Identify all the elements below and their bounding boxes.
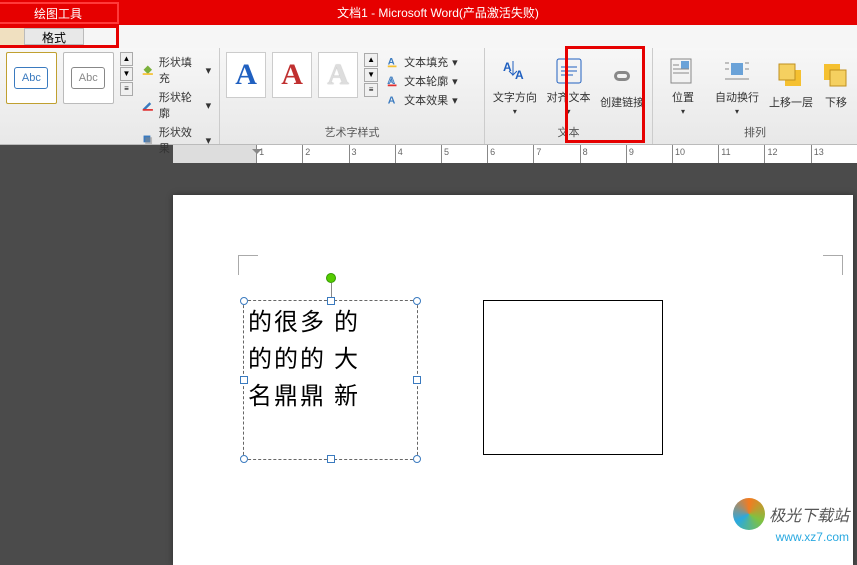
arrange-group: 位置▾ 自动换行▾ 上移一层 下移 排列 [653, 48, 857, 144]
text-effects-icon: A [386, 93, 400, 107]
shape-style-preset-1[interactable]: Abc [6, 52, 57, 104]
position-icon [667, 55, 699, 87]
bring-forward-icon [775, 60, 807, 92]
link-icon [606, 60, 638, 92]
wrap-text-button[interactable]: 自动换行▾ [713, 52, 761, 118]
empty-textbox[interactable] [483, 300, 663, 455]
bucket-icon [141, 63, 155, 77]
resize-handle-e[interactable] [413, 376, 421, 384]
text-outline-button[interactable]: A文本轮廓▾ [386, 73, 458, 89]
watermark-url: www.xz7.com [733, 530, 849, 544]
align-text-icon [553, 55, 585, 87]
text-group: AA 文字方向▾ 对齐文本▾ 创建链接 文本 [485, 48, 653, 144]
resize-handle-ne[interactable] [413, 297, 421, 305]
selected-textbox[interactable]: 的很多 的 的的的 大 名鼎鼎 新 [243, 300, 418, 460]
send-backward-button[interactable]: 下移 [821, 52, 851, 118]
position-button[interactable]: 位置▾ [659, 52, 707, 118]
ribbon: Abc Abc ▲▼≡ 形状填充▾ 形状轮廓▾ 形状效果▾ A A A ▲▼≡ … [0, 48, 857, 145]
shape-outline-button[interactable]: 形状轮廓▾ [141, 89, 211, 121]
tab-format[interactable]: 格式 [24, 28, 84, 45]
send-backward-icon [820, 60, 852, 92]
title-bar: 绘图工具 文档1 - Microsoft Word(产品激活失败) [0, 0, 857, 25]
pen-icon [141, 98, 155, 112]
shape-fill-button[interactable]: 形状填充▾ [141, 54, 211, 86]
window-title: 文档1 - Microsoft Word(产品激活失败) [119, 4, 857, 21]
wordart-gallery-scroll[interactable]: ▲▼≡ [364, 53, 378, 97]
text-direction-button[interactable]: AA 文字方向▾ [491, 52, 539, 118]
tab-prev-fragment[interactable] [0, 28, 24, 45]
drawing-tools-tab[interactable]: 绘图工具 [0, 2, 119, 24]
text-effects-button[interactable]: A文本效果▾ [386, 92, 458, 108]
margin-corner-tl [238, 255, 258, 275]
textbox-content[interactable]: 的很多 的 的的的 大 名鼎鼎 新 [244, 301, 417, 421]
resize-handle-w[interactable] [240, 376, 248, 384]
wordart-preset-1[interactable]: A [226, 52, 266, 98]
create-link-button[interactable]: 创建链接 [598, 52, 646, 118]
bring-forward-button[interactable]: 上移一层 [767, 52, 815, 118]
wordart-group-label: 艺术字样式 [226, 124, 478, 140]
svg-text:A: A [388, 95, 396, 107]
horizontal-ruler[interactable]: 1 2 3 4 5 6 7 8 9 10 11 12 13 [173, 145, 857, 163]
watermark: 极光下载站 www.xz7.com [733, 498, 849, 544]
svg-text:A: A [503, 60, 512, 74]
margin-corner-tr [823, 255, 843, 275]
wrap-text-icon [721, 55, 753, 87]
wordart-preset-3[interactable]: A [318, 52, 358, 98]
document-canvas[interactable]: 的很多 的 的的的 大 名鼎鼎 新 [0, 163, 857, 550]
resize-handle-nw[interactable] [240, 297, 248, 305]
align-text-button[interactable]: 对齐文本▾ [545, 52, 593, 118]
effects-icon [141, 133, 155, 147]
wordart-preset-2[interactable]: A [272, 52, 312, 98]
rotation-handle[interactable] [326, 273, 336, 283]
shape-gallery-scroll[interactable]: ▲▼≡ [120, 52, 134, 96]
resize-handle-n[interactable] [327, 297, 335, 305]
resize-handle-s[interactable] [327, 455, 335, 463]
shape-styles-group: Abc Abc ▲▼≡ 形状填充▾ 形状轮廓▾ 形状效果▾ [0, 48, 220, 144]
text-direction-icon: AA [499, 55, 531, 87]
watermark-name: 极光下载站 [769, 502, 849, 526]
svg-text:A: A [515, 68, 524, 82]
tab-highlight-box: 格式 [0, 25, 119, 48]
wordart-styles-group: A A A ▲▼≡ A文本填充▾ A文本轮廓▾ A文本效果▾ 艺术字样式 [220, 48, 485, 144]
resize-handle-se[interactable] [413, 455, 421, 463]
ribbon-tabs: 格式 [0, 25, 857, 48]
watermark-logo-icon [733, 498, 765, 530]
shape-style-preset-2[interactable]: Abc [63, 52, 114, 104]
text-outline-icon: A [386, 74, 400, 88]
resize-handle-sw[interactable] [240, 455, 248, 463]
text-fill-button[interactable]: A文本填充▾ [386, 54, 458, 70]
arrange-group-label: 排列 [659, 124, 851, 140]
text-group-label: 文本 [491, 124, 646, 140]
text-fill-icon: A [386, 55, 400, 69]
